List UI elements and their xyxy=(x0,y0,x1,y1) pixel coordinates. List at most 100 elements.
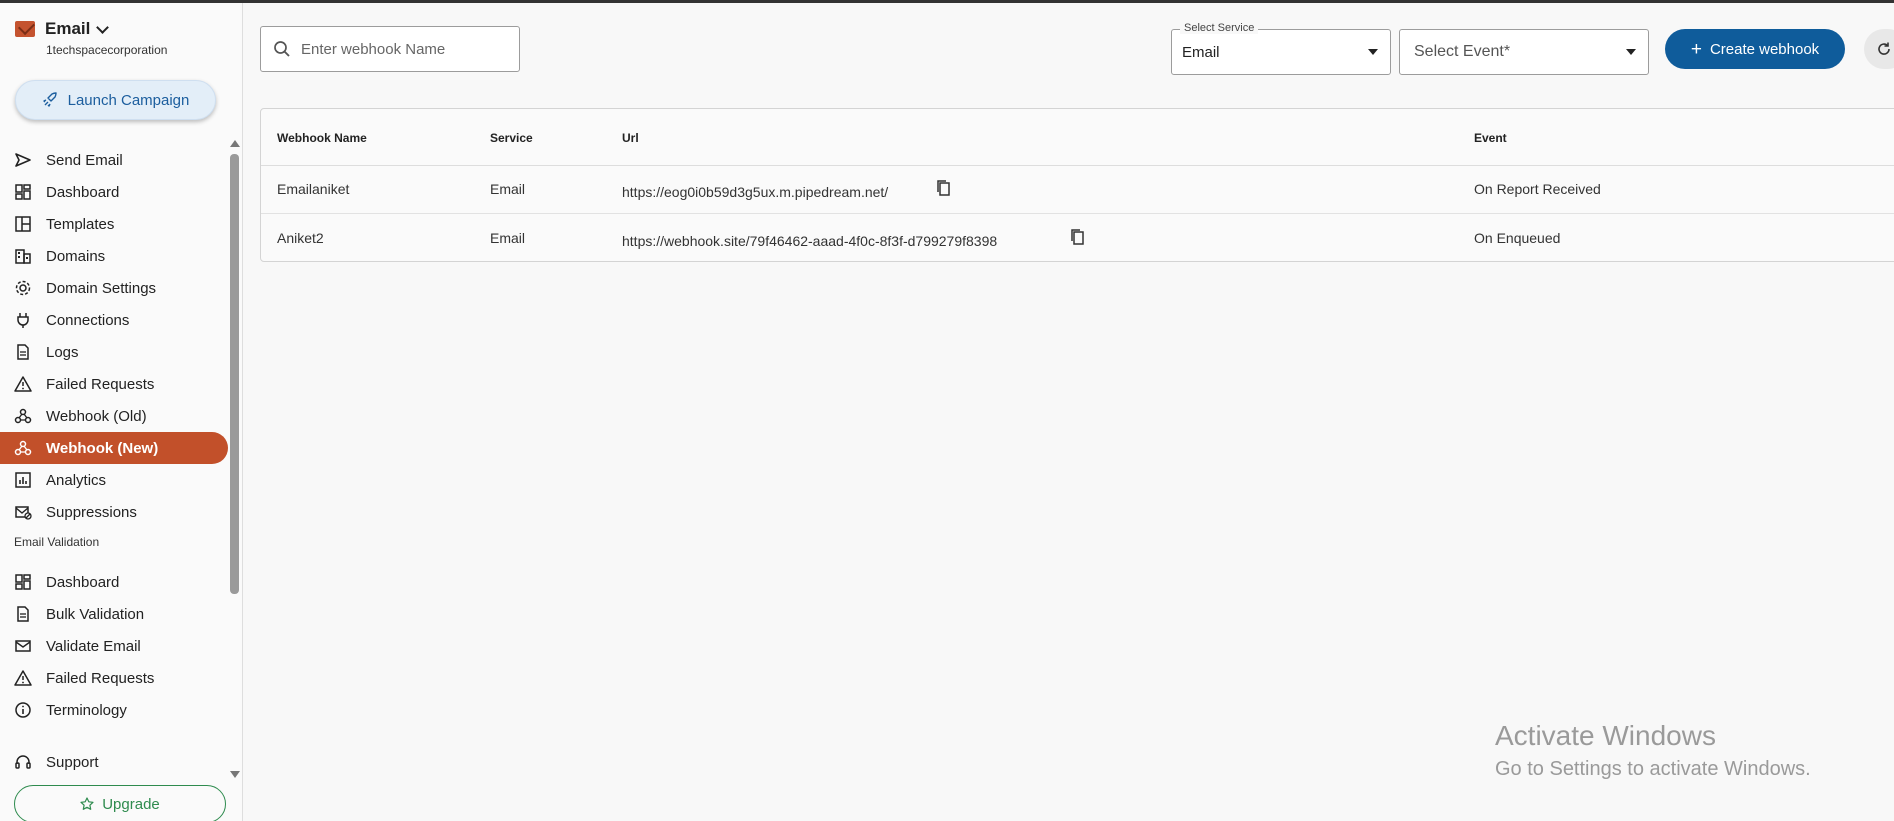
event-cell: On Report Received xyxy=(1474,181,1601,197)
activate-windows-watermark: Activate Windows Go to Settings to activ… xyxy=(1495,720,1811,781)
service-cell: Email xyxy=(490,181,526,197)
column-header-event[interactable]: Event xyxy=(1474,131,1507,145)
domains-icon xyxy=(14,247,32,265)
info-icon xyxy=(14,701,32,719)
nav-item-validation-dashboard[interactable]: Dashboard xyxy=(0,566,228,598)
star-icon xyxy=(80,797,94,810)
nav-label: Suppressions xyxy=(46,503,137,521)
nav-label: Dashboard xyxy=(46,183,120,201)
nav-label: Send Email xyxy=(46,151,123,169)
nav-label: Analytics xyxy=(46,471,107,489)
upgrade-button[interactable]: Upgrade xyxy=(14,785,226,821)
service-title: Email xyxy=(45,19,91,38)
dashboard-icon xyxy=(14,183,32,201)
main-nav: Send Email Dashboard Templates Domains D… xyxy=(0,144,228,528)
nav-item-bulk-validation[interactable]: Bulk Validation xyxy=(0,598,228,630)
webhook-icon xyxy=(14,439,32,457)
table-row[interactable]: Emailaniket Email https://eog0i0b59d3g5u… xyxy=(261,166,1894,214)
plug-icon xyxy=(14,311,32,329)
nav-item-terminology[interactable]: Terminology xyxy=(0,694,228,726)
webhook-search-input[interactable] xyxy=(301,40,501,58)
nav-label: Webhook (New) xyxy=(46,439,159,457)
service-select[interactable]: Select Service Email xyxy=(1171,22,1391,75)
nav-item-domain-settings[interactable]: Domain Settings xyxy=(0,272,228,304)
table-row[interactable]: Aniket2 Email https://webhook.site/79f46… xyxy=(261,214,1894,262)
nav-item-suppressions[interactable]: Suppressions xyxy=(0,496,228,528)
plus-icon: + xyxy=(1690,38,1702,60)
search-icon xyxy=(274,41,290,57)
headset-icon xyxy=(14,753,32,771)
copy-icon[interactable] xyxy=(1069,228,1085,251)
nav-item-validation-failed-requests[interactable]: Failed Requests xyxy=(0,662,228,694)
chevron-down-icon xyxy=(96,20,110,34)
upgrade-label: Upgrade xyxy=(102,795,160,813)
nav-item-validate-email[interactable]: Validate Email xyxy=(0,630,228,662)
nav-item-failed-requests[interactable]: Failed Requests xyxy=(0,368,228,400)
dashboard-icon xyxy=(14,573,32,591)
webhook-icon xyxy=(14,407,32,425)
nav-item-support[interactable]: Support xyxy=(0,746,228,778)
scrollbar-thumb[interactable] xyxy=(230,154,239,594)
warning-icon xyxy=(14,375,32,393)
webhook-name-cell: Aniket2 xyxy=(277,230,324,246)
create-webhook-button[interactable]: + Create webhook xyxy=(1665,29,1845,69)
launch-campaign-button[interactable]: Launch Campaign xyxy=(15,80,216,120)
caret-down-icon xyxy=(1368,49,1378,55)
event-cell: On Enqueued xyxy=(1474,230,1561,246)
organization-name: 1techspacecorporation xyxy=(46,43,168,57)
nav-item-webhook-old[interactable]: Webhook (Old) xyxy=(0,400,228,432)
url-cell: https://webhook.site/79f46462-aaad-4f0c-… xyxy=(622,233,998,249)
email-logo-icon xyxy=(15,21,35,37)
nav-item-templates[interactable]: Templates xyxy=(0,208,228,240)
sidebar-scrollbar[interactable] xyxy=(228,138,241,778)
nav-item-analytics[interactable]: Analytics xyxy=(0,464,228,496)
nav-label: Domain Settings xyxy=(46,279,157,297)
column-header-service[interactable]: Service xyxy=(490,131,533,145)
watermark-title: Activate Windows xyxy=(1495,720,1716,751)
nav-label: Failed Requests xyxy=(46,669,155,687)
document-icon xyxy=(14,343,32,361)
nav-item-domains[interactable]: Domains xyxy=(0,240,228,272)
copy-icon[interactable] xyxy=(935,179,951,202)
refresh-button[interactable] xyxy=(1864,29,1894,69)
nav-item-webhook-new[interactable]: Webhook (New) xyxy=(0,432,228,464)
gear-icon xyxy=(14,279,32,297)
send-icon xyxy=(14,151,32,169)
service-switcher[interactable]: Email xyxy=(15,19,110,39)
suppression-icon xyxy=(14,503,32,521)
mail-icon xyxy=(14,637,32,655)
nav-label: Dashboard xyxy=(46,573,120,591)
analytics-icon xyxy=(14,471,32,489)
scroll-down-arrow-icon[interactable] xyxy=(230,771,240,778)
nav-item-connections[interactable]: Connections xyxy=(0,304,228,336)
service-cell: Email xyxy=(490,230,526,246)
nav-label: Validate Email xyxy=(46,637,141,655)
webhook-search[interactable] xyxy=(260,26,520,72)
service-select-label: Select Service xyxy=(1180,22,1259,34)
webhook-name-cell: Emailaniket xyxy=(277,181,350,197)
support-section: Support xyxy=(0,746,228,778)
nav-item-logs[interactable]: Logs xyxy=(0,336,228,368)
column-header-webhook-name[interactable]: Webhook Name xyxy=(277,131,367,145)
refresh-icon xyxy=(1878,42,1890,55)
nav-label: Webhook (Old) xyxy=(46,407,147,425)
nav-label: Failed Requests xyxy=(46,375,155,393)
nav-label: Bulk Validation xyxy=(46,605,145,623)
scroll-up-arrow-icon[interactable] xyxy=(230,140,240,147)
rocket-icon xyxy=(42,92,57,107)
column-header-url[interactable]: Url xyxy=(622,131,639,145)
nav-item-dashboard[interactable]: Dashboard xyxy=(0,176,228,208)
event-select[interactable]: Select Event* xyxy=(1399,29,1649,75)
nav-item-send-email[interactable]: Send Email xyxy=(0,144,228,176)
event-select-placeholder: Select Event* xyxy=(1414,43,1511,60)
caret-down-icon xyxy=(1626,49,1636,55)
nav-label: Templates xyxy=(46,215,115,233)
watermark-subtitle: Go to Settings to activate Windows. xyxy=(1495,758,1811,780)
create-webhook-label: Create webhook xyxy=(1709,40,1820,58)
nav-label: Support xyxy=(46,753,99,771)
document-icon xyxy=(14,605,32,623)
table-header: Webhook Name Service Url Event xyxy=(261,109,1894,166)
email-validation-section-label: Email Validation xyxy=(14,535,100,549)
url-cell: https://eog0i0b59d3g5ux.m.pipedream.net/ xyxy=(622,184,889,200)
nav-label: Domains xyxy=(46,247,106,265)
